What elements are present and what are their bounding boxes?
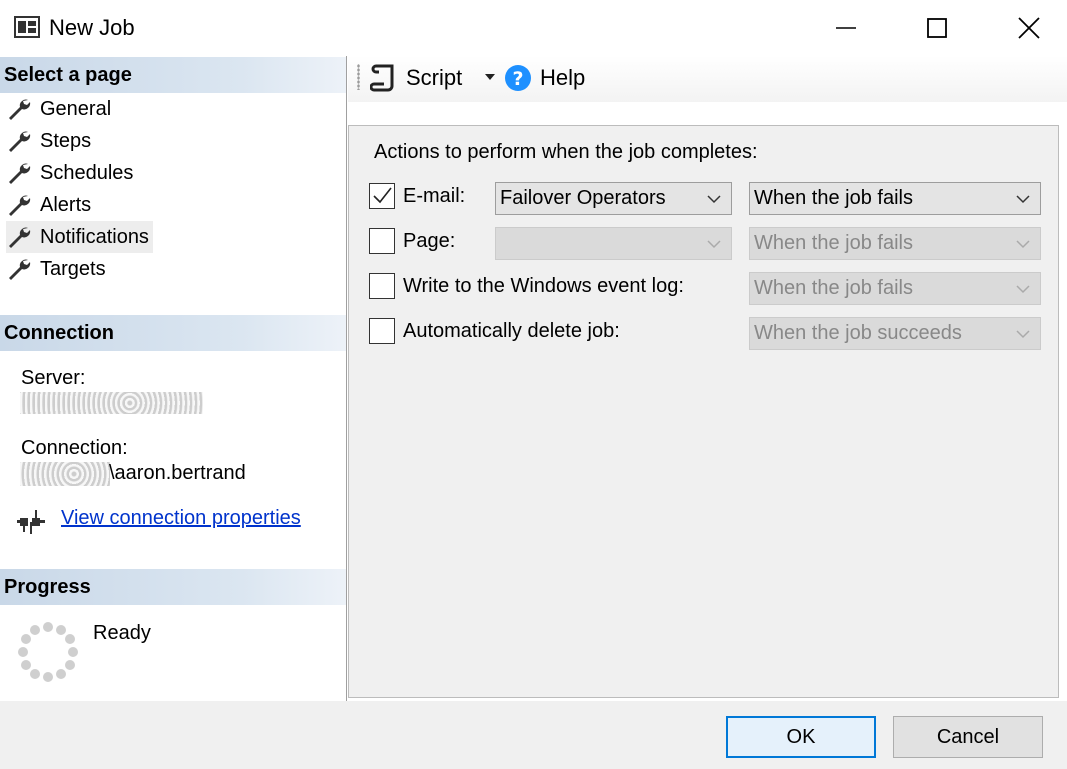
connection-user: \aaron.bertrand (109, 462, 246, 484)
chevron-down-icon (1016, 330, 1030, 339)
minimize-button[interactable] (823, 8, 869, 48)
chevron-down-icon (707, 240, 721, 249)
page-item-steps[interactable]: Steps (6, 125, 95, 157)
script-label: Script (406, 65, 463, 90)
chevron-down-icon (1016, 195, 1030, 204)
page-item-label: General (40, 97, 112, 120)
ok-button[interactable]: OK (726, 716, 876, 758)
select-page-header: Select a page (0, 57, 346, 93)
event-log-condition-select[interactable]: When the job fails (749, 272, 1041, 305)
event-log-label: Write to the Windows event log: (403, 275, 684, 297)
email-label: E-mail: (403, 185, 466, 207)
script-button[interactable]: Script (370, 60, 462, 96)
minimize-icon (836, 27, 856, 29)
checkmark-icon (373, 187, 392, 204)
help-button[interactable]: ? Help (504, 60, 585, 96)
cancel-button[interactable]: Cancel (893, 716, 1043, 758)
wrench-icon (9, 163, 31, 184)
notifications-panel: Actions to perform when the job complete… (348, 125, 1059, 698)
chevron-down-icon (1016, 240, 1030, 249)
wrench-icon (9, 99, 31, 120)
delete-job-condition-value: When the job succeeds (754, 322, 962, 344)
page-label: Page: (403, 230, 456, 252)
delete-job-label: Automatically delete job: (403, 320, 620, 342)
event-log-condition-value: When the job fails (754, 277, 913, 299)
page-item-alerts[interactable]: Alerts (6, 189, 95, 221)
email-condition-select[interactable]: When the job fails (749, 182, 1041, 215)
connection-header: Connection (0, 315, 346, 351)
toolbar-grip (357, 64, 360, 90)
help-label: Help (540, 65, 586, 90)
maximize-button[interactable] (914, 8, 960, 48)
email-condition-value: When the job fails (754, 187, 913, 209)
svg-text:?: ? (512, 68, 523, 90)
actions-heading: Actions to perform when the job complete… (374, 141, 758, 163)
event-log-checkbox[interactable] (369, 273, 395, 299)
view-connection-properties-link[interactable]: View connection properties (61, 507, 301, 530)
page-item-targets[interactable]: Targets (6, 253, 110, 285)
page-item-notifications[interactable]: Notifications (6, 221, 153, 253)
close-button[interactable] (1006, 8, 1052, 48)
chevron-down-icon (707, 195, 721, 204)
chevron-down-icon (1016, 285, 1030, 294)
help-icon: ? (505, 65, 531, 91)
wrench-icon (9, 259, 31, 280)
window-title: New Job (49, 15, 135, 40)
delete-job-checkbox[interactable] (369, 318, 395, 344)
server-label: Server: (21, 367, 86, 389)
wrench-icon (9, 195, 31, 216)
wrench-icon (9, 131, 31, 152)
toolbar: Script ? Help (348, 56, 1067, 102)
page-item-label: Steps (40, 129, 92, 152)
page-condition-value: When the job fails (754, 232, 913, 254)
page-condition-select[interactable]: When the job fails (749, 227, 1041, 260)
wrench-icon (9, 227, 31, 248)
progress-status: Ready (93, 622, 151, 644)
page-operator-select[interactable] (495, 227, 732, 260)
server-name-redacted (20, 392, 203, 414)
plug-icon (17, 510, 45, 534)
page-item-general[interactable]: General (6, 93, 115, 125)
email-operator-value: Failover Operators (500, 187, 666, 209)
delete-job-condition-select[interactable]: When the job succeeds (749, 317, 1041, 350)
connection-label: Connection: (21, 437, 128, 459)
page-item-label: Alerts (40, 193, 92, 216)
page-item-label: Schedules (40, 161, 134, 184)
page-item-label: Targets (40, 257, 106, 280)
window-form-icon (14, 16, 40, 38)
script-dropdown-arrow-icon[interactable] (484, 72, 496, 82)
left-pane: Select a page General Steps Schedules Al… (0, 56, 347, 701)
progress-header: Progress (0, 569, 346, 605)
progress-spinner-icon (18, 622, 78, 682)
email-operator-select[interactable]: Failover Operators (495, 182, 732, 215)
page-checkbox[interactable] (369, 228, 395, 254)
title-bar: New Job (0, 0, 1067, 56)
email-checkbox[interactable] (369, 183, 395, 209)
page-item-label: Notifications (40, 225, 149, 248)
script-icon (370, 64, 394, 92)
maximize-icon (927, 18, 947, 38)
close-icon (1018, 17, 1040, 39)
page-item-schedules[interactable]: Schedules (6, 157, 137, 189)
connection-domain-redacted (20, 462, 110, 486)
